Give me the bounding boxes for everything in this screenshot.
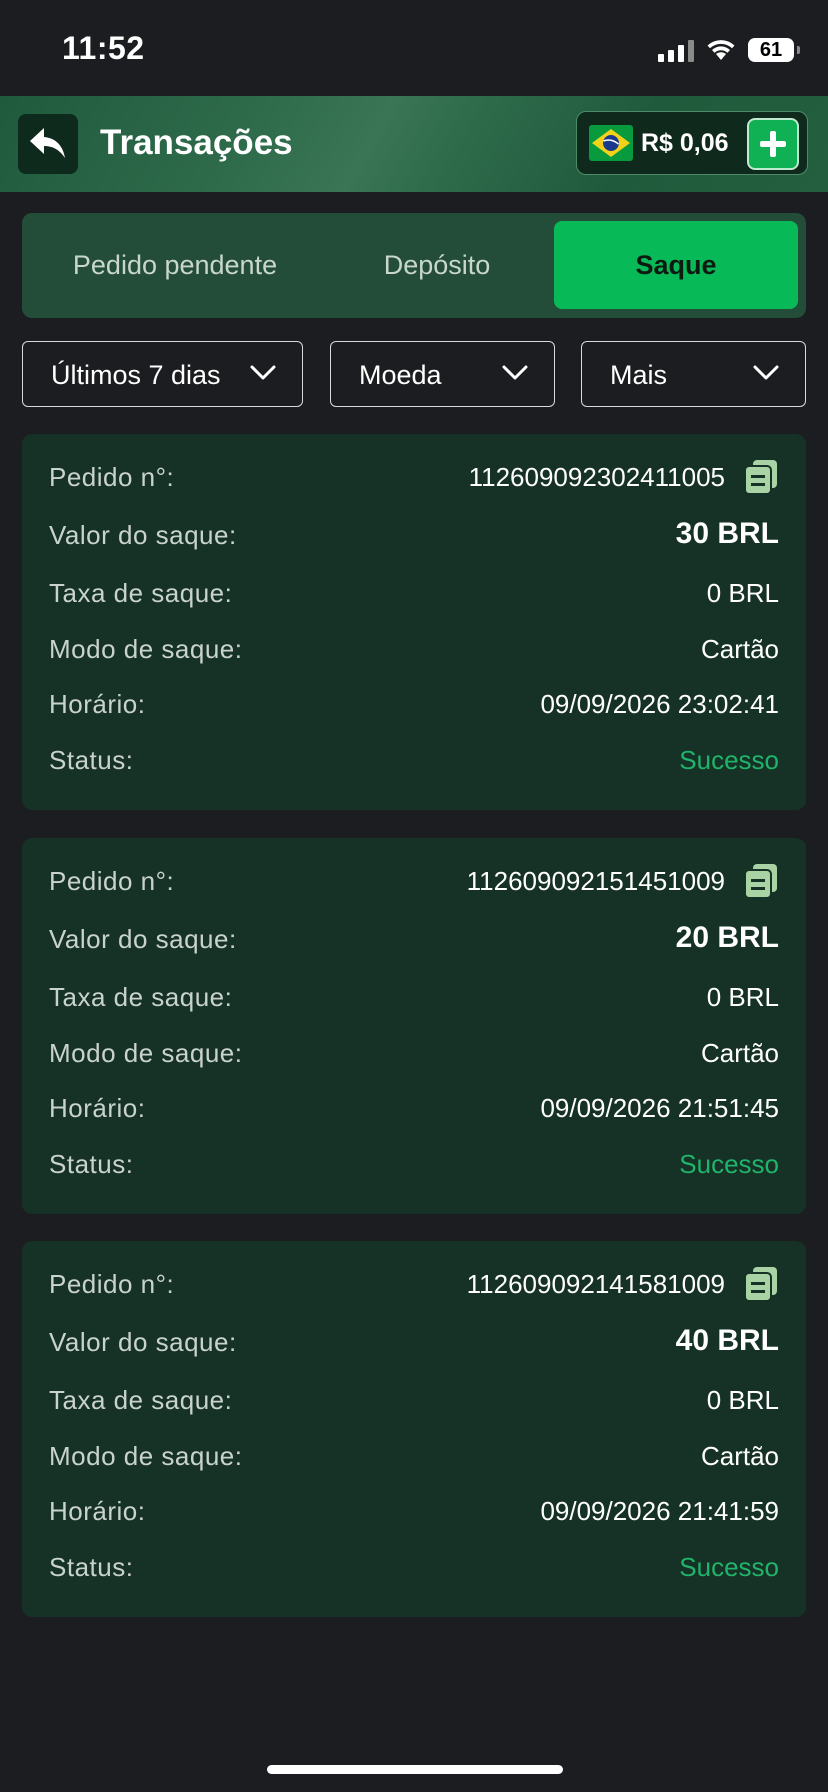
status-time: 11:52 <box>62 30 145 66</box>
currency-filter-label: Moeda <box>359 360 442 390</box>
mode-label: Modo de saque: <box>49 1441 243 1471</box>
balance-amount: R$ 0,06 <box>641 129 729 157</box>
time-label: Horário: <box>49 1496 146 1526</box>
mode-row: Modo de saque: Cartão <box>49 630 779 670</box>
signal-icon <box>658 38 694 62</box>
status-label: Status: <box>49 745 134 775</box>
status-value: Sucesso <box>679 745 779 775</box>
battery-icon: 61 <box>748 38 800 62</box>
order-number: 112609092141581009 <box>466 1269 725 1299</box>
back-button[interactable] <box>18 114 78 174</box>
time-label: Horário: <box>49 1093 146 1123</box>
withdrawal-fee: 0 BRL <box>706 578 779 608</box>
transaction-time: 09/09/2026 23:02:41 <box>540 689 779 719</box>
order-label: Pedido n°: <box>49 462 175 492</box>
time-row: Horário: 09/09/2026 21:51:45 <box>49 1089 779 1129</box>
fee-row: Taxa de saque: 0 BRL <box>49 1381 779 1421</box>
order-row: Pedido n°: 112609092151451009 <box>49 862 779 902</box>
copy-icon[interactable] <box>743 458 779 496</box>
order-number: 112609092151451009 <box>466 866 725 896</box>
fee-row: Taxa de saque: 0 BRL <box>49 574 779 614</box>
more-filter-dropdown[interactable]: Mais <box>581 341 806 407</box>
status-row: Status: Sucesso <box>49 1145 779 1185</box>
order-label: Pedido n°: <box>49 1269 175 1299</box>
status-row: Status: Sucesso <box>49 741 779 781</box>
fee-label: Taxa de saque: <box>49 982 233 1012</box>
status-value: Sucesso <box>679 1149 779 1179</box>
time-label: Horário: <box>49 689 146 719</box>
status-label: Status: <box>49 1149 134 1179</box>
chevron-down-icon <box>502 365 528 380</box>
withdrawal-fee: 0 BRL <box>706 982 779 1012</box>
transaction-card: Pedido n°: 112609092151451009 Valor do s… <box>22 838 806 1214</box>
withdrawal-mode: Cartão <box>700 1441 779 1471</box>
tab-deposit[interactable]: Depósito <box>292 221 582 309</box>
amount-row: Valor do saque: 40 BRL <box>49 1323 779 1363</box>
transaction-tabs: Pedido pendente Depósito Saque <box>22 213 806 318</box>
amount-row: Valor do saque: 30 BRL <box>49 516 779 556</box>
plus-icon <box>760 131 786 157</box>
battery-level: 61 <box>759 38 783 61</box>
withdrawal-mode: Cartão <box>700 1038 779 1068</box>
order-number: 112609092302411005 <box>468 462 725 492</box>
transaction-time: 09/09/2026 21:51:45 <box>540 1093 779 1123</box>
chevron-down-icon <box>753 365 779 380</box>
status-value: Sucesso <box>679 1552 779 1582</box>
status-label: Status: <box>49 1552 134 1582</box>
more-filter-label: Mais <box>610 360 668 390</box>
transaction-card: Pedido n°: 112609092141581009 Valor do s… <box>22 1241 806 1617</box>
time-row: Horário: 09/09/2026 21:41:59 <box>49 1492 779 1532</box>
period-filter-label: Últimos 7 dias <box>51 360 221 390</box>
amount-label: Valor do saque: <box>49 1327 237 1357</box>
mode-row: Modo de saque: Cartão <box>49 1034 779 1074</box>
mode-row: Modo de saque: Cartão <box>49 1437 779 1477</box>
back-arrow-icon <box>30 128 65 158</box>
amount-row: Valor do saque: 20 BRL <box>49 920 779 960</box>
amount-label: Valor do saque: <box>49 520 237 550</box>
balance-widget[interactable]: R$ 0,06 <box>576 111 808 175</box>
mode-label: Modo de saque: <box>49 634 243 664</box>
period-filter-dropdown[interactable]: Últimos 7 dias <box>22 341 303 407</box>
fee-label: Taxa de saque: <box>49 578 233 608</box>
status-row: Status: Sucesso <box>49 1548 779 1588</box>
status-icons: 61 <box>658 36 800 64</box>
tab-withdrawal[interactable]: Saque <box>554 221 798 309</box>
withdrawal-fee: 0 BRL <box>706 1385 779 1415</box>
time-row: Horário: 09/09/2026 23:02:41 <box>49 685 779 725</box>
copy-icon[interactable] <box>743 1265 779 1303</box>
fee-label: Taxa de saque: <box>49 1385 233 1415</box>
home-indicator <box>267 1765 563 1774</box>
order-row: Pedido n°: 112609092141581009 <box>49 1265 779 1305</box>
tab-pending-order[interactable]: Pedido pendente <box>30 221 320 309</box>
withdrawal-amount: 30 BRL <box>675 517 779 550</box>
status-bar: 11:52 61 <box>0 0 828 96</box>
amount-label: Valor do saque: <box>49 924 237 954</box>
transaction-time: 09/09/2026 21:41:59 <box>540 1496 779 1526</box>
transaction-card: Pedido n°: 112609092302411005 Valor do s… <box>22 434 806 810</box>
copy-icon[interactable] <box>743 862 779 900</box>
brazil-flag-icon <box>589 125 633 161</box>
chevron-down-icon <box>250 365 276 380</box>
order-label: Pedido n°: <box>49 866 175 896</box>
withdrawal-mode: Cartão <box>700 634 779 664</box>
page-title: Transações <box>100 123 293 162</box>
fee-row: Taxa de saque: 0 BRL <box>49 978 779 1018</box>
order-row: Pedido n°: 112609092302411005 <box>49 458 779 498</box>
wifi-icon <box>707 40 735 60</box>
app-header: Transações R$ 0,06 <box>0 96 828 192</box>
withdrawal-amount: 20 BRL <box>675 921 779 954</box>
add-funds-button[interactable] <box>747 118 799 170</box>
mode-label: Modo de saque: <box>49 1038 243 1068</box>
currency-filter-dropdown[interactable]: Moeda <box>330 341 555 407</box>
withdrawal-amount: 40 BRL <box>675 1324 779 1357</box>
